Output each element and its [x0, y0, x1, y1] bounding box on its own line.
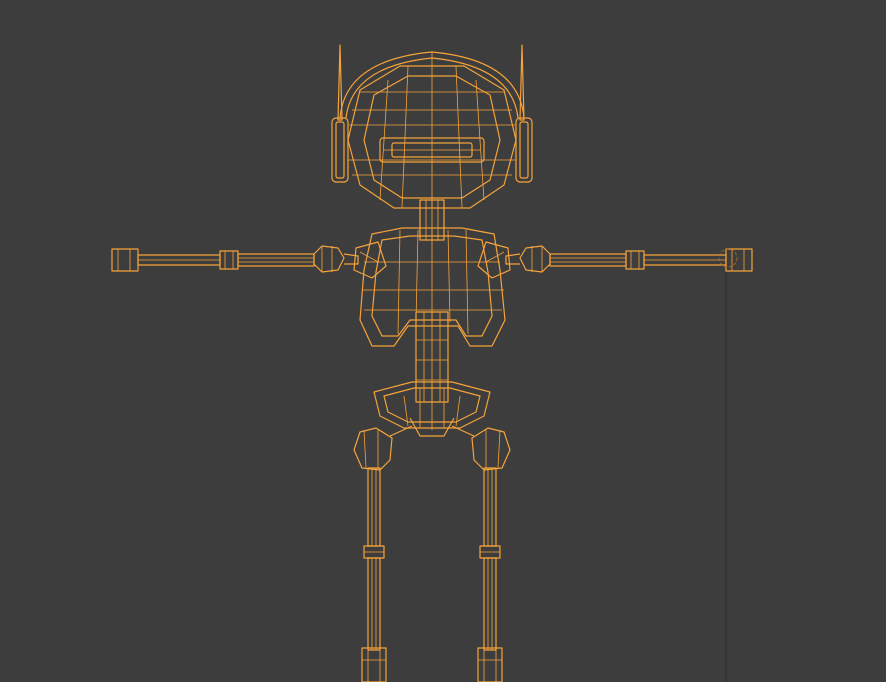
robot-wireframe-icon [111, 44, 753, 682]
robot-right-arm[interactable] [505, 245, 753, 273]
robot-left-leg[interactable] [353, 425, 413, 682]
robot-head[interactable] [331, 44, 533, 209]
robot-left-arm[interactable] [111, 245, 359, 273]
robot-right-leg[interactable] [451, 425, 511, 682]
3d-viewport[interactable] [0, 0, 886, 682]
robot-pelvis[interactable] [373, 381, 491, 437]
